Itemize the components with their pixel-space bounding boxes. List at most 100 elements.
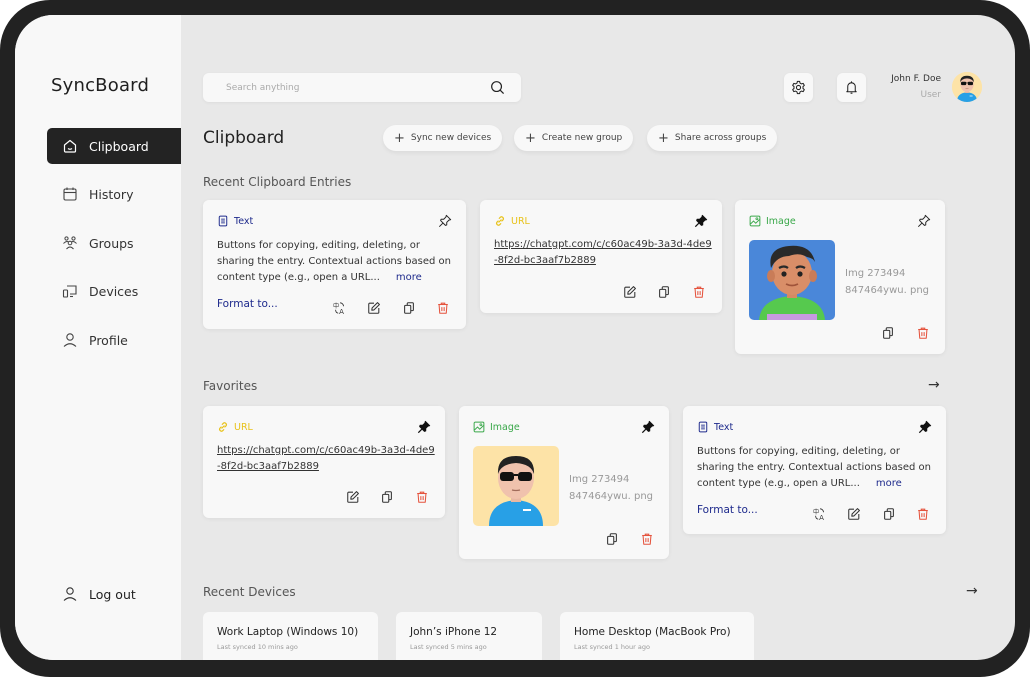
link-icon (494, 215, 506, 227)
logout-label: Log out (89, 586, 136, 602)
copy-icon[interactable] (881, 325, 895, 339)
entry-content: Buttons for copying, editing, deleting, … (217, 238, 455, 286)
entry-type: Text (697, 421, 733, 433)
button-label: Share across groups (674, 133, 767, 143)
search-input[interactable] (226, 82, 476, 93)
device-card[interactable]: John’s iPhone 12 Last synced 5 mins ago (396, 612, 542, 660)
sidebar-item-label: Profile (89, 332, 128, 348)
image-filename: Img 273494 847464ywu. png (569, 474, 653, 502)
edit-icon[interactable] (346, 489, 360, 503)
sidebar-item-label: Clipboard (89, 138, 149, 154)
logout-button[interactable]: Log out (47, 576, 136, 612)
user-role: User (920, 90, 941, 100)
delete-icon[interactable] (916, 325, 930, 339)
device-name: Home Desktop (MacBook Pro) (574, 626, 731, 638)
image-icon (749, 215, 761, 227)
delete-icon[interactable] (436, 300, 450, 314)
copy-icon[interactable] (657, 284, 671, 298)
home-icon (62, 138, 78, 154)
delete-icon[interactable] (415, 489, 429, 503)
search-bar (203, 73, 521, 102)
entry-type-label: URL (234, 421, 253, 433)
entry-type-label: URL (511, 215, 530, 227)
entry-type: URL (494, 215, 530, 227)
link-icon (217, 421, 229, 433)
device-card[interactable]: Home Desktop (MacBook Pro) Last synced 1… (560, 612, 754, 660)
entry-url-link[interactable]: https://chatgpt.com/c/c60ac49b-3a3d-4de9… (217, 443, 437, 475)
share-across-groups-button[interactable]: + Share across groups (647, 125, 778, 151)
user-icon (62, 586, 78, 602)
more-link[interactable]: more (396, 272, 422, 283)
sidebar-item-devices[interactable]: Devices (47, 273, 181, 309)
copy-icon[interactable] (605, 531, 619, 545)
edit-icon[interactable] (847, 506, 861, 520)
notifications-button[interactable] (837, 73, 866, 102)
device-last-synced: Last synced 1 hour ago (574, 643, 650, 651)
pin-filled-icon[interactable] (417, 420, 431, 434)
entry-type: Text (217, 215, 253, 227)
copy-icon[interactable] (882, 506, 896, 520)
clipboard-card-image[interactable]: Image Img 273494 847464ywu. png (735, 200, 945, 354)
favorite-card-url[interactable]: URL https://chatgpt.com/c/c60ac49b-3a3d-… (203, 406, 445, 518)
sidebar-item-clipboard[interactable]: Clipboard (47, 128, 181, 164)
sidebar-item-history[interactable]: History (47, 176, 181, 212)
favorites-heading: Favorites (203, 379, 258, 393)
translate-icon[interactable] (813, 506, 827, 520)
edit-icon[interactable] (623, 284, 637, 298)
calendar-icon (62, 186, 78, 202)
recent-entries-heading: Recent Clipboard Entries (203, 175, 352, 189)
translate-icon[interactable] (333, 300, 347, 314)
favorite-card-image[interactable]: Image Img 273494 847464ywu. png (459, 406, 669, 559)
user-icon (62, 332, 78, 348)
pin-filled-icon[interactable] (641, 420, 655, 434)
sync-new-devices-button[interactable]: + Sync new devices (383, 125, 503, 151)
sidebar-item-label: Groups (89, 235, 134, 251)
device-last-synced: Last synced 5 mins ago (410, 643, 487, 651)
entry-url-link[interactable]: https://chatgpt.com/c/c60ac49b-3a3d-4de9… (494, 237, 714, 269)
search-icon[interactable] (490, 80, 505, 95)
favorite-card-text[interactable]: Text Buttons for copying, editing, delet… (683, 406, 946, 534)
entry-type-label: Text (234, 215, 254, 227)
device-frame: SyncBoard Clipboard History Groups Devic… (0, 0, 1030, 677)
copy-icon[interactable] (380, 489, 394, 503)
pin-filled-icon[interactable] (918, 420, 932, 434)
delete-icon[interactable] (916, 506, 930, 520)
clipboard-card-url[interactable]: URL https://chatgpt.com/c/c60ac49b-3a3d-… (480, 200, 722, 313)
create-new-group-button[interactable]: + Create new group (514, 125, 634, 151)
favorites-see-all-arrow-icon[interactable]: → (928, 377, 940, 393)
sidebar-item-profile[interactable]: Profile (47, 322, 181, 358)
devices-see-all-arrow-icon[interactable]: → (966, 583, 978, 599)
avatar[interactable] (952, 72, 982, 102)
delete-icon[interactable] (692, 284, 706, 298)
device-card[interactable]: Work Laptop (Windows 10) Last synced 10 … (203, 612, 378, 660)
entry-type-label: Image (490, 421, 520, 433)
edit-icon[interactable] (367, 300, 381, 314)
image-thumbnail[interactable] (473, 446, 559, 526)
document-icon (217, 215, 229, 227)
sidebar-item-groups[interactable]: Groups (47, 225, 181, 261)
pin-outline-icon[interactable] (917, 214, 931, 228)
plus-icon: + (394, 130, 405, 146)
more-link[interactable]: more (876, 478, 902, 489)
plus-icon: + (525, 130, 536, 146)
pin-filled-icon[interactable] (694, 214, 708, 228)
recent-devices-heading: Recent Devices (203, 585, 296, 599)
clipboard-card-text[interactable]: Text Buttons for copying, editing, delet… (203, 200, 466, 329)
image-icon (473, 421, 485, 433)
settings-button[interactable] (784, 73, 813, 102)
users-icon (62, 235, 78, 251)
app-window: SyncBoard Clipboard History Groups Devic… (15, 15, 1015, 660)
copy-icon[interactable] (402, 300, 416, 314)
document-icon (697, 421, 709, 433)
entry-type: Image (749, 215, 796, 227)
format-to-button[interactable]: Format to... (217, 298, 278, 310)
sidebar-item-label: History (89, 186, 134, 202)
device-name: Work Laptop (Windows 10) (217, 626, 359, 638)
pin-outline-icon[interactable] (438, 214, 452, 228)
button-label: Create new group (541, 133, 623, 143)
page-title: Clipboard (203, 128, 285, 148)
entry-type: Image (473, 421, 520, 433)
delete-icon[interactable] (640, 531, 654, 545)
image-thumbnail[interactable] (749, 240, 835, 320)
format-to-button[interactable]: Format to... (697, 504, 758, 516)
